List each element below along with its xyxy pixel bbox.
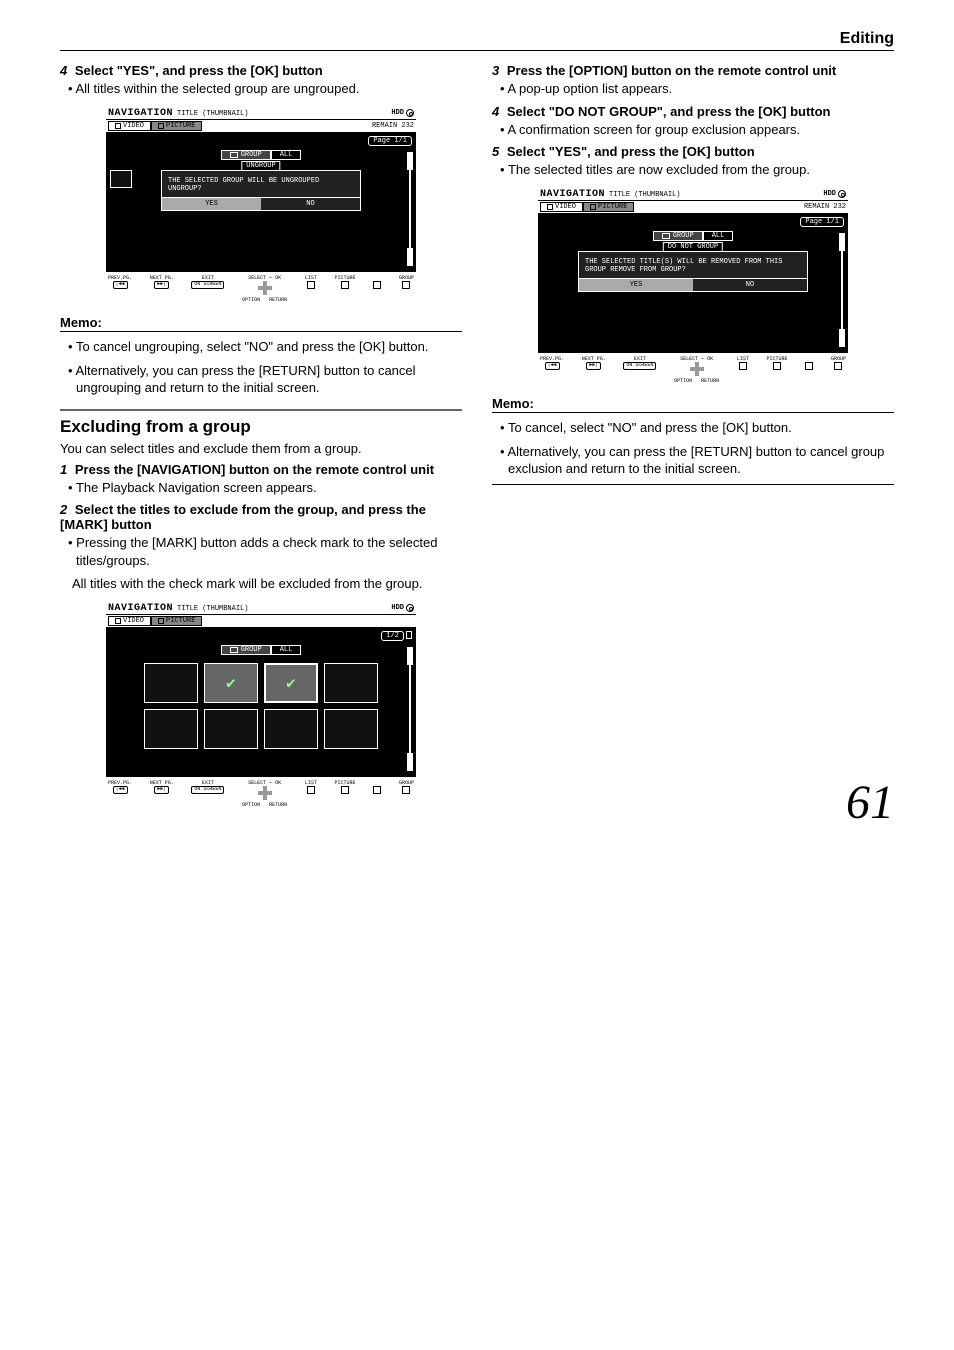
memo-heading: Memo: [492,396,894,413]
hdd-label: HDD [823,189,846,200]
step-3: 3 Press the [OPTION] button on the remot… [492,63,894,78]
dialog-title: DO NOT GROUP [663,242,723,252]
page-indicator: Page 1/1 [800,217,844,227]
disc-icon [406,109,414,117]
hdd-label: HDD [391,603,414,614]
device-footer: PREV.PG.|◄◄ NEXT PG.►►| EXITON SCREEN SE… [106,272,416,304]
tab-picture[interactable]: PICTURE [151,616,202,626]
thumbnail[interactable] [144,709,198,749]
filter-group[interactable]: GROUP [221,645,271,655]
check-icon: ✔ [286,673,296,693]
step-2-note2: All titles with the check mark will be e… [72,575,462,593]
section-intro: You can select titles and exclude them f… [60,441,462,456]
tab-picture[interactable]: PICTURE [583,202,634,212]
thumbnail[interactable]: ✔ [204,663,258,703]
step-5-note: The selected titles are now excluded fro… [500,161,894,179]
scrollbar[interactable] [838,233,846,347]
left-column: 4 Select "YES", and press the [OK] butto… [60,63,462,820]
step-text: Select "YES", and press the [OK] button [75,63,323,78]
scrollbar[interactable] [406,647,414,771]
nav-title: NAVIGATION [108,108,173,119]
scrollbar[interactable] [406,152,414,266]
no-button[interactable]: NO [693,278,807,291]
step-4-note: A confirmation screen for group exclusio… [500,121,894,139]
step-2-note: Pressing the [MARK] button adds a check … [68,534,462,569]
nav-subtitle: TITLE (THUMBNAIL) [177,110,248,118]
no-button[interactable]: NO [261,197,360,210]
filter-all[interactable]: ALL [703,231,734,241]
thumbnail[interactable] [324,709,378,749]
device-footer: PREV.PG.|◄◄ NEXT PG.►►| EXITON SCREEN SE… [538,353,848,385]
page-header: Editing [60,30,894,51]
step-3-note: A pop-up option list appears. [500,80,894,98]
thumbnail[interactable] [264,709,318,749]
hdd-label: HDD [391,108,414,119]
step-2: 2 Select the titles to exclude from the … [60,502,462,532]
tab-video[interactable]: VIDEO [108,121,151,131]
step-5: 5 Select "YES", and press the [OK] butto… [492,144,894,159]
dialog-body: THE SELECTED GROUP WILL BE UNGROUPED UNG… [162,171,360,198]
filter-all[interactable]: ALL [271,645,302,655]
memo-heading: Memo: [60,315,462,332]
tab-picture[interactable]: PICTURE [151,121,202,131]
filter-all[interactable]: ALL [271,150,302,160]
yes-button[interactable]: YES [579,278,693,291]
thumbnail[interactable] [324,663,378,703]
step-4: 4 Select "DO NOT GROUP", and press the [… [492,104,894,119]
thumbnail[interactable] [204,709,258,749]
divider [492,484,894,485]
filter-group[interactable]: GROUP [221,150,271,160]
donotgroup-dialog: DO NOT GROUP THE SELECTED TITLE(S) WILL … [578,251,808,293]
ungroup-dialog: UNGROUP THE SELECTED GROUP WILL BE UNGRO… [161,170,361,212]
tab-video[interactable]: VIDEO [540,202,583,212]
memo-item: Alternatively, you can press the [RETURN… [500,443,894,478]
filter-group[interactable]: GROUP [653,231,703,241]
remain-label: REMAIN 232 [372,122,414,130]
page-indicator: 1/2 [381,631,404,641]
dialog-body: THE SELECTED TITLE(S) WILL BE REMOVED FR… [579,252,807,279]
memo-item: To cancel, select "NO" and press the [OK… [500,419,894,437]
device-screenshot-select: NAVIGATION TITLE (THUMBNAIL) HDD VIDEO P… [106,603,416,809]
disc-icon [838,190,846,198]
page-number: 61 [846,775,894,830]
step-4-note: All titles within the selected group are… [68,80,462,98]
device-screenshot-ungroup: NAVIGATION TITLE (THUMBNAIL) HDD VIDEO P… [106,108,416,304]
right-column: 3 Press the [OPTION] button on the remot… [492,63,894,820]
step-4: 4 Select "YES", and press the [OK] butto… [60,63,462,78]
folder-icon [230,152,238,158]
disc-icon [406,604,414,612]
step-number: 4 [60,63,67,78]
page-indicator: Page 1/1 [368,136,412,146]
section-heading: Excluding from a group [60,409,462,437]
step-1-note: The Playback Navigation screen appears. [68,479,462,497]
dpad-icon [258,281,272,295]
step-1: 1 Press the [NAVIGATION] button on the r… [60,462,462,477]
check-icon: ✔ [226,673,236,693]
device-screenshot-donotgroup: NAVIGATION TITLE (THUMBNAIL) HDD VIDEO P… [538,189,848,385]
memo-item: To cancel ungrouping, select "NO" and pr… [68,338,462,356]
thumbnail[interactable] [144,663,198,703]
yes-button[interactable]: YES [162,197,261,210]
memo-item: Alternatively, you can press the [RETURN… [68,362,462,397]
tab-video[interactable]: VIDEO [108,616,151,626]
dialog-title: UNGROUP [241,161,280,171]
thumbnail-selected[interactable]: ✔ [264,663,318,703]
thumbnail[interactable] [110,170,132,188]
device-footer: PREV.PG.|◄◄ NEXT PG.►►| EXITON SCREEN SE… [106,777,416,809]
